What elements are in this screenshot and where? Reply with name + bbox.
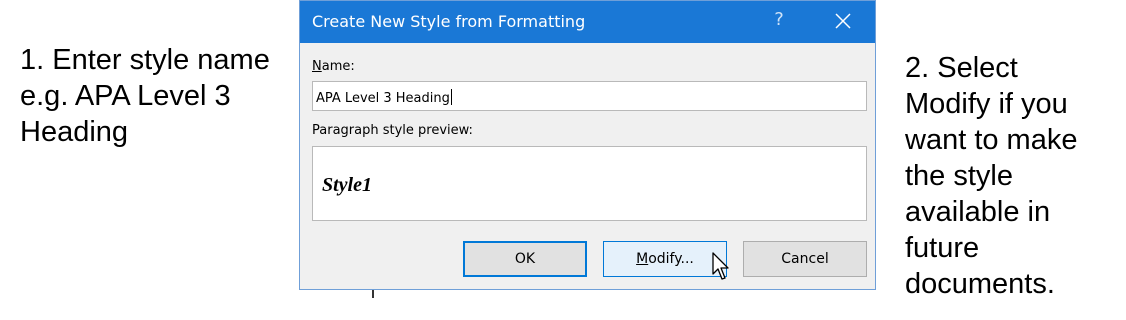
annotation-left-line: e.g. APA Level 3 <box>20 80 231 112</box>
create-style-dialog: Create New Style from Formatting ? Name:… <box>299 0 876 290</box>
annotation-right-line: 2. Select <box>905 52 1018 84</box>
help-icon[interactable]: ? <box>767 9 791 30</box>
annotation-left: 1. Enter style name e.g. APA Level 3 Hea… <box>20 42 295 150</box>
annotation-left-line: 1. Enter style name <box>20 44 270 76</box>
background-artifact <box>372 290 374 298</box>
text-caret <box>450 89 452 105</box>
annotation-right-line: available in <box>905 196 1051 228</box>
mouse-pointer-icon <box>712 252 732 287</box>
style-name-input[interactable]: APA Level 3 Heading <box>312 81 867 111</box>
dialog-title: Create New Style from Formatting <box>312 12 586 31</box>
dialog-titlebar[interactable]: Create New Style from Formatting ? <box>300 1 875 43</box>
annotation-right-line: Modify if you <box>905 88 1068 120</box>
close-icon[interactable] <box>826 6 860 36</box>
style-name-value: APA Level 3 Heading <box>316 91 450 106</box>
annotation-right-line: want to make <box>905 124 1078 156</box>
style-preview-box: Style1 <box>312 146 867 221</box>
ok-button[interactable]: OK <box>463 241 587 277</box>
annotation-right: 2. Select Modify if you want to make the… <box>905 50 1120 302</box>
annotation-right-line: future <box>905 232 980 264</box>
name-label: Name: <box>312 59 355 74</box>
cancel-button[interactable]: Cancel <box>743 241 867 277</box>
annotation-left-line: Heading <box>20 116 129 148</box>
preview-label: Paragraph style preview: <box>312 123 473 138</box>
annotation-right-line: the style <box>905 160 1013 192</box>
annotation-right-line: documents. <box>905 268 1055 300</box>
modify-button[interactable]: Modify... <box>603 241 727 277</box>
style-preview-text: Style1 <box>322 174 372 196</box>
